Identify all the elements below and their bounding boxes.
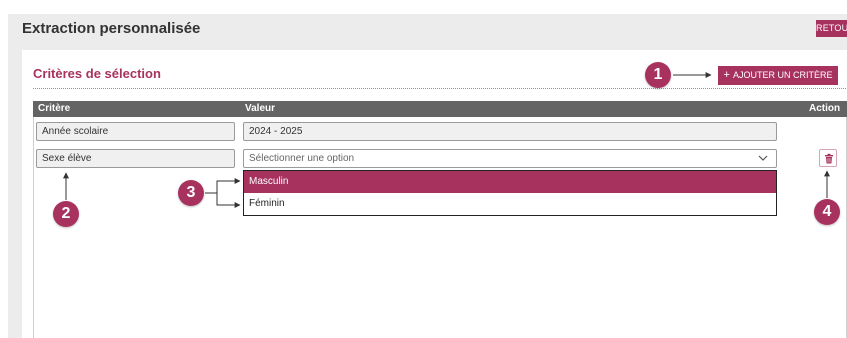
- annotation-badge-2: 2: [53, 201, 79, 227]
- annotation-badge-3: 3: [178, 180, 204, 206]
- annotation-arrows: [63, 72, 830, 208]
- annotation-badge-1: 1: [645, 62, 671, 88]
- annotation-badge-4: 4: [814, 199, 840, 225]
